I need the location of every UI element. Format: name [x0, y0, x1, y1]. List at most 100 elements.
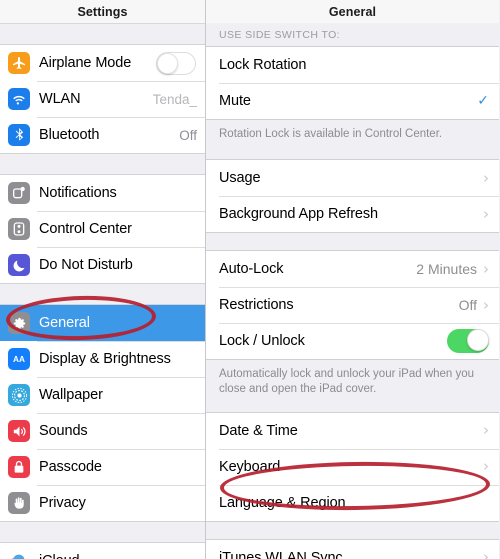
display-brightness-icon: AA — [8, 348, 30, 370]
lock-footnote: Automatically lock and unlock your iPad … — [219, 368, 475, 396]
sidebar-item-control-center[interactable]: Control Center — [0, 211, 205, 247]
sidebar-group-connectivity: Airplane Mode WLAN Tenda_ Bluetooth Off — [0, 45, 205, 153]
checkmark-icon: ✓ — [477, 93, 489, 109]
sidebar-item-wlan[interactable]: WLAN Tenda_ — [0, 81, 205, 117]
sidebar-group-accounts: iCloud — [0, 543, 205, 559]
sidebar-gap-1 — [0, 153, 205, 175]
row-label: Usage — [219, 170, 261, 187]
row-label: Mute — [219, 93, 251, 109]
sidebar-item-label: Wallpaper — [39, 387, 103, 403]
toggle-knob — [157, 52, 178, 74]
sidebar-title: Settings — [0, 0, 205, 23]
sounds-icon — [8, 420, 30, 442]
sidebar-item-privacy[interactable]: Privacy — [0, 485, 205, 521]
chevron-right-icon: › — [483, 295, 489, 314]
sidebar-item-label: Do Not Disturb — [39, 257, 133, 273]
row-mute[interactable]: Mute ✓ — [206, 83, 499, 119]
sidebar-item-label: Control Center — [39, 221, 132, 237]
sidebar-item-wallpaper[interactable]: Wallpaper — [0, 377, 205, 413]
chevron-right-icon: › — [483, 421, 489, 440]
side-switch-footnote: Rotation Lock is available in Control Ce… — [219, 128, 443, 140]
chevron-right-icon: › — [483, 204, 489, 223]
sidebar-item-label: Privacy — [39, 495, 86, 511]
sidebar-item-label: Sounds — [39, 423, 88, 439]
chevron-right-icon: › — [483, 259, 489, 278]
row-label: Restrictions — [219, 297, 294, 314]
row-background-app-refresh[interactable]: Background App Refresh › — [206, 196, 499, 233]
sidebar-group-system: General AA Display & Brightness Wallpape… — [0, 305, 205, 521]
usage-group: Usage › Background App Refresh › — [206, 159, 499, 234]
toggle-knob — [467, 329, 489, 352]
row-value: 2 Minutes — [416, 261, 477, 278]
sidebar-gap-2 — [0, 283, 205, 305]
region-group: Date & Time › Keyboard › Language & Regi… — [206, 411, 499, 522]
detail-gap-2 — [206, 233, 499, 250]
detail-title: General — [206, 0, 499, 23]
row-label: Keyboard — [219, 458, 281, 475]
hand-icon — [8, 492, 30, 514]
sidebar-item-label: Bluetooth — [39, 127, 100, 143]
lock-icon — [8, 456, 30, 478]
detail-gap-3 — [206, 398, 499, 412]
sidebar-item-label: WLAN — [39, 91, 81, 107]
row-itunes-wlan-sync[interactable]: iTunes WLAN Sync › — [206, 539, 499, 559]
sidebar-item-label: General — [39, 315, 90, 331]
cloud-icon — [8, 550, 30, 559]
gear-icon — [8, 312, 30, 334]
row-lock-unlock[interactable]: Lock / Unlock — [206, 323, 499, 360]
detail-gap-1 — [206, 142, 499, 159]
row-label: Auto-Lock — [219, 261, 284, 278]
side-switch-section-header: USE SIDE SWITCH TO: — [219, 29, 340, 41]
detail-gap-4 — [206, 522, 499, 539]
row-date-time[interactable]: Date & Time › — [206, 412, 499, 449]
sidebar-item-display-brightness[interactable]: AA Display & Brightness — [0, 341, 205, 377]
bluetooth-icon — [8, 124, 30, 146]
row-label: Language & Region — [219, 494, 346, 511]
control-center-icon — [8, 218, 30, 240]
airplane-mode-toggle[interactable] — [156, 51, 196, 75]
row-label: Lock Rotation — [219, 57, 307, 73]
sidebar-item-notifications[interactable]: Notifications — [0, 175, 205, 211]
ipad-settings-screen: Settings Airplane Mode WLAN Tenda_ Bluet… — [0, 0, 500, 559]
row-restrictions[interactable]: Restrictions Off › — [206, 287, 499, 324]
sync-group: iTunes WLAN Sync › — [206, 538, 499, 559]
chevron-right-icon: › — [483, 548, 489, 559]
chevron-right-icon: › — [483, 168, 489, 187]
row-label: Lock / Unlock — [219, 333, 305, 350]
sidebar-gap-top — [0, 23, 205, 45]
wifi-icon — [8, 88, 30, 110]
svg-text:AA: AA — [13, 355, 25, 364]
sidebar-gap-3 — [0, 521, 205, 543]
sidebar-group-alerts: Notifications Control Center Do Not Dist… — [0, 175, 205, 283]
row-value: Off — [458, 297, 477, 314]
side-switch-group: Lock Rotation Mute ✓ — [206, 46, 499, 120]
sidebar-item-label: Display & Brightness — [39, 351, 171, 367]
sidebar-item-label: iCloud — [39, 553, 80, 559]
row-label: Date & Time — [219, 422, 298, 439]
settings-sidebar: Settings Airplane Mode WLAN Tenda_ Bluet… — [0, 0, 206, 559]
moon-icon — [8, 254, 30, 276]
wallpaper-icon — [8, 384, 30, 406]
lock-unlock-toggle[interactable] — [447, 329, 489, 354]
row-label: Background App Refresh — [219, 206, 379, 223]
row-lock-rotation[interactable]: Lock Rotation — [206, 47, 499, 83]
sidebar-item-label: Airplane Mode — [39, 55, 132, 71]
sidebar-item-airplane-mode[interactable]: Airplane Mode — [0, 45, 205, 81]
airplane-icon — [8, 52, 30, 74]
wlan-value: Tenda_ — [152, 91, 197, 107]
row-auto-lock[interactable]: Auto-Lock 2 Minutes › — [206, 251, 499, 288]
row-usage[interactable]: Usage › — [206, 160, 499, 197]
sidebar-item-bluetooth[interactable]: Bluetooth Off — [0, 117, 205, 153]
bluetooth-value: Off — [179, 127, 197, 143]
notifications-icon — [8, 182, 30, 204]
sidebar-item-passcode[interactable]: Passcode — [0, 449, 205, 485]
row-label: iTunes WLAN Sync — [219, 549, 343, 559]
sidebar-item-general[interactable]: General — [0, 305, 205, 341]
sidebar-item-icloud[interactable]: iCloud — [0, 543, 205, 559]
sidebar-item-sounds[interactable]: Sounds — [0, 413, 205, 449]
sidebar-item-label: Passcode — [39, 459, 102, 475]
row-keyboard[interactable]: Keyboard › — [206, 448, 499, 485]
row-language-region[interactable]: Language & Region — [206, 484, 499, 521]
sidebar-item-label: Notifications — [39, 185, 117, 201]
sidebar-item-do-not-disturb[interactable]: Do Not Disturb — [0, 247, 205, 283]
